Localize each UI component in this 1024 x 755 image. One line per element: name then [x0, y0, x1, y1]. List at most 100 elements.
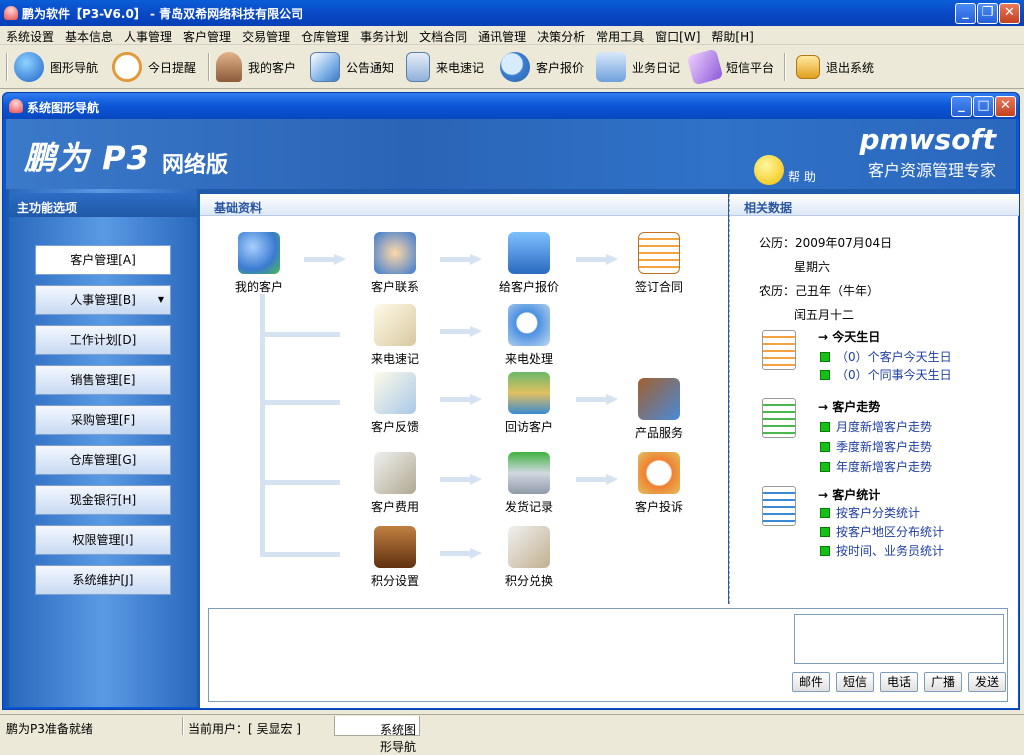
node-label: 客户费用 — [370, 500, 419, 514]
lunar-year: 农历：己丑年（牛年） — [759, 284, 880, 298]
help-button[interactable]: 帮 助 — [754, 155, 816, 185]
toolbar-quote-button[interactable]: 客户报价 — [500, 49, 584, 85]
flow-line — [260, 400, 340, 405]
birthday-customer-link[interactable]: （0）个客户今天生日 — [820, 348, 952, 365]
sidebar-item-permission[interactable]: 权限管理[I] — [35, 525, 171, 555]
toolbar-diary-button[interactable]: 业务日记 — [596, 49, 680, 85]
minimize-button[interactable]: _ — [955, 3, 976, 24]
trend-monthly-link[interactable]: 月度新增客户走势 — [820, 418, 932, 435]
sidebar-item-warehouse[interactable]: 仓库管理[G] — [35, 445, 171, 475]
node-contact[interactable]: 客户联系 — [350, 232, 440, 295]
node-product[interactable]: 产品服务 — [614, 378, 704, 441]
bullet-icon — [820, 352, 830, 362]
people-icon — [216, 52, 242, 82]
menu-documents[interactable]: 文档合同 — [413, 26, 472, 44]
menu-decision[interactable]: 决策分析 — [531, 26, 590, 44]
sidebar-item-hr[interactable]: 人事管理[B] ▼ — [35, 285, 171, 315]
node-label: 发货记录 — [504, 500, 553, 514]
node-contract[interactable]: 签订合同 — [614, 232, 704, 295]
menu-warehouse[interactable]: 仓库管理 — [295, 26, 354, 44]
menu-bar: 系统设置 基本信息 人事管理 客户管理 交易管理 仓库管理 事务计划 文档合同 通讯管理 决策分析… — [0, 26, 1024, 45]
node-my-customer[interactable]: 我的客户 — [214, 232, 304, 295]
trend-title: → 客户走势 — [818, 400, 881, 414]
sidebar-item-customer[interactable]: 客户管理[A] — [35, 245, 171, 275]
send-button[interactable]: 发送 — [968, 672, 1006, 692]
node-points-redeem[interactable]: 积分兑换 — [484, 526, 574, 589]
birthday-colleague-link[interactable]: （0）个同事今天生日 — [820, 366, 952, 383]
menu-trade[interactable]: 交易管理 — [236, 26, 295, 44]
toolbar-exit-button[interactable]: 退出系统 — [796, 49, 874, 85]
feedback-icon — [374, 372, 416, 414]
sidebar-item-purchase[interactable]: 采购管理[F] — [35, 405, 171, 435]
node-label: 客户联系 — [370, 280, 419, 294]
message-area: 邮件 短信 电话 广播 发送 — [200, 604, 1018, 708]
contract-icon — [638, 232, 680, 274]
solar-date: 公历：2009年07月04日 — [759, 236, 893, 250]
birthday-title: → 今天生日 — [818, 330, 881, 344]
stats-category-link[interactable]: 按客户分类统计 — [820, 504, 920, 521]
toolbar-reminder-button[interactable]: 今日提醒 — [112, 49, 196, 85]
email-button[interactable]: 邮件 — [792, 672, 830, 692]
message-input[interactable] — [794, 614, 1004, 664]
node-revisit[interactable]: 回访客户 — [484, 372, 574, 435]
toolbar-call-note-button[interactable]: 来电速记 — [406, 49, 484, 85]
bullet-icon — [820, 442, 830, 452]
sms-button[interactable]: 短信 — [836, 672, 874, 692]
node-label: 积分设置 — [370, 574, 419, 588]
window-icon — [9, 99, 23, 113]
node-shipping[interactable]: 发货记录 — [484, 452, 574, 515]
weekday: 星期六 — [794, 260, 831, 274]
trend-quarterly-link[interactable]: 季度新增客户走势 — [820, 438, 932, 455]
sidebar-item-plan[interactable]: 工作计划[D] — [35, 325, 171, 355]
node-quote[interactable]: 给客户报价 — [484, 232, 574, 295]
menu-window[interactable]: 窗口[W] — [649, 26, 705, 44]
broadcast-button[interactable]: 广播 — [924, 672, 962, 692]
menu-affairs[interactable]: 事务计划 — [354, 26, 413, 44]
stats-region-link[interactable]: 按客户地区分布统计 — [820, 523, 944, 540]
node-complaint[interactable]: 客户投诉 — [614, 452, 704, 515]
gavel-icon — [638, 378, 680, 420]
menu-customer[interactable]: 客户管理 — [177, 26, 236, 44]
toolbar-my-customer-button[interactable]: 我的客户 — [216, 49, 296, 85]
window-maximize-button[interactable]: □ — [973, 96, 994, 117]
tab-nav-window[interactable]: 系统图形导航 — [334, 716, 420, 754]
phone-icon — [406, 52, 430, 82]
toolbar-separator — [208, 53, 210, 81]
toolbar-nav-button[interactable]: 图形导航 — [14, 49, 98, 85]
status-divider — [182, 717, 184, 735]
phone-button[interactable]: 电话 — [880, 672, 918, 692]
restore-button[interactable]: ❐ — [977, 3, 998, 24]
contact-icon — [374, 232, 416, 274]
node-cost[interactable]: 客户费用 — [350, 452, 440, 515]
window-minimize-button[interactable]: _ — [951, 96, 972, 117]
close-button[interactable]: ✕ — [999, 3, 1020, 24]
help-icon — [754, 155, 784, 185]
stats-time-link[interactable]: 按时间、业务员统计 — [820, 542, 944, 559]
menu-communication[interactable]: 通讯管理 — [472, 26, 531, 44]
toolbar-sms-button[interactable]: 短信平台 — [686, 48, 774, 86]
node-call-note[interactable]: 来电速记 — [350, 304, 440, 367]
menu-help[interactable]: 帮助[H] — [705, 26, 758, 44]
window-close-button[interactable]: ✕ — [995, 96, 1016, 117]
menu-system-settings[interactable]: 系统设置 — [0, 26, 59, 44]
clock-icon — [112, 52, 142, 82]
menu-tools[interactable]: 常用工具 — [590, 26, 649, 44]
node-label: 客户反馈 — [370, 420, 419, 434]
nav-window-title-bar: 系统图形导航 _ □ ✕ — [3, 93, 1019, 119]
banner: 鹏为 P3 网络版 pmwsoft 客户资源管理专家 帮 助 — [6, 119, 1016, 189]
toolbar-label: 今日提醒 — [148, 60, 197, 75]
menu-basic-info[interactable]: 基本信息 — [59, 26, 118, 44]
toolbar-notice-button[interactable]: 公告通知 — [310, 49, 394, 85]
node-points-setting[interactable]: 积分设置 — [350, 526, 440, 589]
node-feedback[interactable]: 客户反馈 — [350, 372, 440, 435]
node-label: 给客户报价 — [498, 280, 559, 294]
sidebar-item-sales[interactable]: 销售管理[E] — [35, 365, 171, 395]
sidebar-item-maintenance[interactable]: 系统维护[J] — [35, 565, 171, 595]
trend-yearly-link[interactable]: 年度新增客户走势 — [820, 458, 932, 475]
toolbar-label: 图形导航 — [50, 60, 99, 75]
sidebar-item-cash[interactable]: 现金银行[H] — [35, 485, 171, 515]
node-call-handle[interactable]: 来电处理 — [484, 304, 574, 367]
menu-hr[interactable]: 人事管理 — [118, 26, 177, 44]
related-data-header: 相关数据 — [730, 194, 1019, 216]
basic-data-panel: 基础资料 我的客户 客户联系 给客户报价 签订合同 来电速记 来电处理 客户反馈… — [200, 194, 728, 604]
